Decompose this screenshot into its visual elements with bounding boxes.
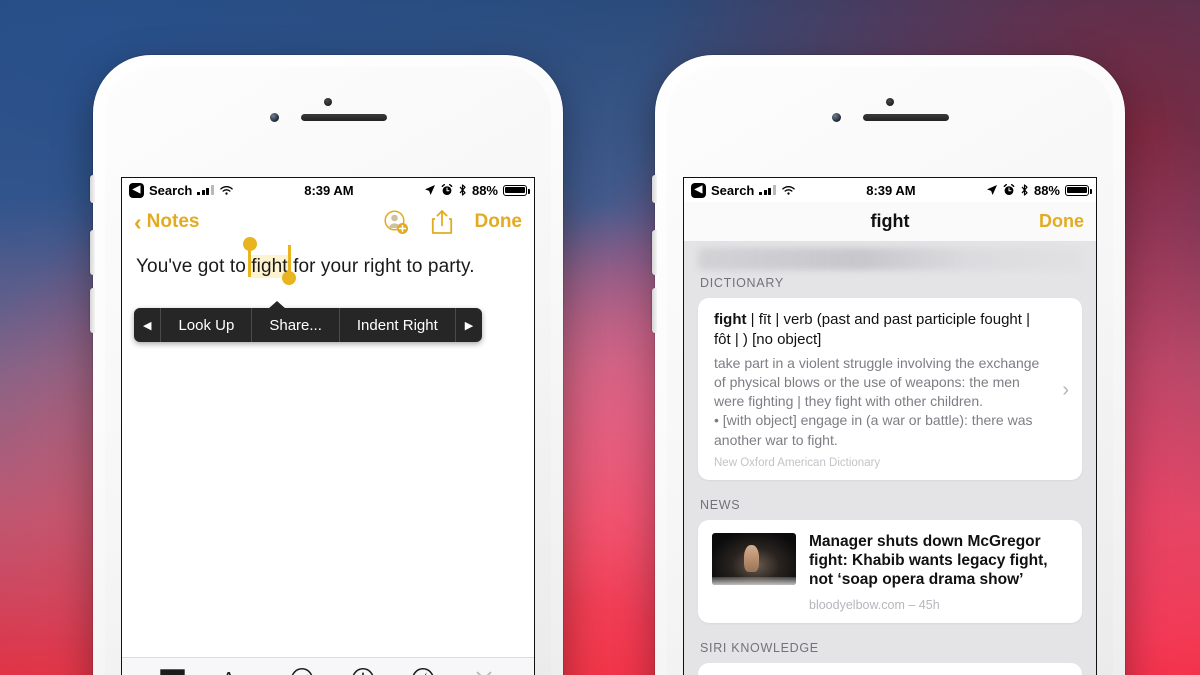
mute-switch[interactable] [90,175,95,203]
back-to-notes-button[interactable]: ‹ Notes [134,208,200,235]
selection-handle-start[interactable] [242,237,257,277]
checklist-icon[interactable] [290,667,314,675]
alarm-clock-icon-right [1003,184,1015,195]
status-back-label: Search [149,182,193,198]
context-menu-item-share[interactable]: Share... [252,308,340,342]
cellular-bars-icon-right [759,185,776,195]
front-camera-icon-right [886,98,894,106]
device-bezel-right: ◀ Search 8:39 AM 88% fight Done DICTIONA… [667,67,1113,675]
status-back-label-right: Search [711,182,755,198]
news-source-meta: bloodyelbow.com – 45h [809,597,940,612]
battery-icon-right [1065,184,1092,196]
section-header-news: NEWS [700,498,741,513]
notes-nav-bar: ‹ Notes Done [122,202,534,242]
note-text-after: for your right to party. [287,256,475,277]
battery-icon [503,184,530,196]
iphone-device-right: ◀ Search 8:39 AM 88% fight Done DICTIONA… [652,55,1125,675]
siri-knowledge-card[interactable] [698,662,1082,675]
text-format-icon[interactable]: Aa [222,668,254,675]
section-header-siri-knowledge: SIRI KNOWLEDGE [700,640,819,655]
location-arrow-icon [424,185,435,195]
context-menu-prev-arrow[interactable]: ◀ [134,308,162,342]
dictionary-source: New Oxford American Dictionary [714,457,881,470]
share-icon[interactable] [431,209,453,235]
lookup-nav-bar: fight Done [684,202,1096,242]
context-menu-item-look-up[interactable]: Look Up [161,308,253,342]
status-bar: ◀ Search 8:39 AM 88% [122,178,534,202]
note-text-before: You've got to [136,256,252,277]
location-arrow-icon-right [986,185,997,195]
lookup-done-button[interactable]: Done [1039,211,1084,232]
table-icon[interactable] [160,668,185,675]
wifi-icon-right [782,185,795,195]
note-body[interactable]: You've got to fight for your right to pa… [122,237,534,675]
dictionary-headword: fight [714,311,747,328]
earpiece-speaker-icon-right [862,114,949,121]
text-selection-context-menu: ◀ Look Up Share... Indent Right ▶ [134,301,483,342]
bluetooth-icon [459,184,466,196]
screen-notes: ◀ Search 8:39 AM 88% ‹ Notes Done You've… [121,177,535,675]
section-header-dictionary: DICTIONARY [700,276,784,290]
earpiece-assembly [105,113,551,122]
volume-up-button-right[interactable] [652,230,657,275]
news-thumbnail-image [712,533,796,586]
context-menu-next-arrow[interactable]: ▶ [456,308,482,342]
iphone-device-left: ◀ Search 8:39 AM 88% ‹ Notes Done You've… [90,55,563,675]
proximity-sensor-icon-right [831,113,841,122]
context-menu-item-indent-right[interactable]: Indent Right [340,308,456,342]
markup-pen-icon[interactable] [411,667,435,675]
mute-switch-right[interactable] [652,175,657,203]
close-icon[interactable] [472,667,496,675]
front-camera-icon [324,98,332,106]
note-text-line[interactable]: You've got to fight for your right to pa… [122,237,534,285]
news-card[interactable]: Manager shuts down McGregor fight: Khabi… [698,520,1082,623]
done-button[interactable]: Done [475,211,523,233]
volume-down-button-right[interactable] [652,288,657,333]
note-selected-word[interactable]: fight [242,237,297,285]
chevron-left-icon: ‹ [134,208,142,235]
screen-lookup: ◀ Search 8:39 AM 88% fight Done DICTIONA… [683,177,1097,675]
dictionary-headword-line: fight | fīt | verb (past and past partic… [714,310,1046,351]
svg-text:Aa: Aa [222,669,247,675]
blurred-search-field[interactable] [698,248,1082,270]
device-bezel: ◀ Search 8:39 AM 88% ‹ Notes Done You've… [105,67,551,675]
back-arrow-icon[interactable]: ◀ [129,182,144,198]
status-time-right: 8:39 AM [866,182,916,198]
earpiece-speaker-icon [300,114,387,121]
wifi-icon [220,185,233,195]
bluetooth-icon-right [1021,184,1028,196]
battery-percent-label: 88% [471,182,498,198]
news-headline: Manager shuts down McGregor fight: Khabi… [809,533,1048,588]
dictionary-card[interactable]: fight | fīt | verb (past and past partic… [698,298,1082,481]
lookup-results-list[interactable]: DICTIONARY fight | fīt | verb (past and … [684,242,1096,675]
selection-handle-end[interactable] [282,245,297,285]
earpiece-assembly-right [667,113,1113,122]
dictionary-headword-rest: | fīt | verb (past and past participle f… [714,311,1030,349]
cellular-bars-icon [197,185,214,195]
volume-up-button[interactable] [90,230,95,275]
add-attachment-icon[interactable] [351,667,375,675]
back-arrow-icon-right[interactable]: ◀ [691,182,706,198]
status-time: 8:39 AM [304,182,354,198]
lookup-title: fight [870,211,910,231]
notes-format-toolbar: Aa [122,657,534,675]
status-bar-right: ◀ Search 8:39 AM 88% [684,178,1096,202]
volume-down-button[interactable] [90,288,95,333]
add-person-icon[interactable] [383,209,409,235]
battery-percent-label-right: 88% [1033,182,1060,198]
alarm-clock-icon [441,184,453,195]
back-to-notes-label: Notes [146,211,200,232]
proximity-sensor-icon [269,113,279,122]
chevron-right-icon[interactable]: › [1062,379,1069,402]
dictionary-definition: take part in a violent struggle involvin… [714,354,1040,448]
